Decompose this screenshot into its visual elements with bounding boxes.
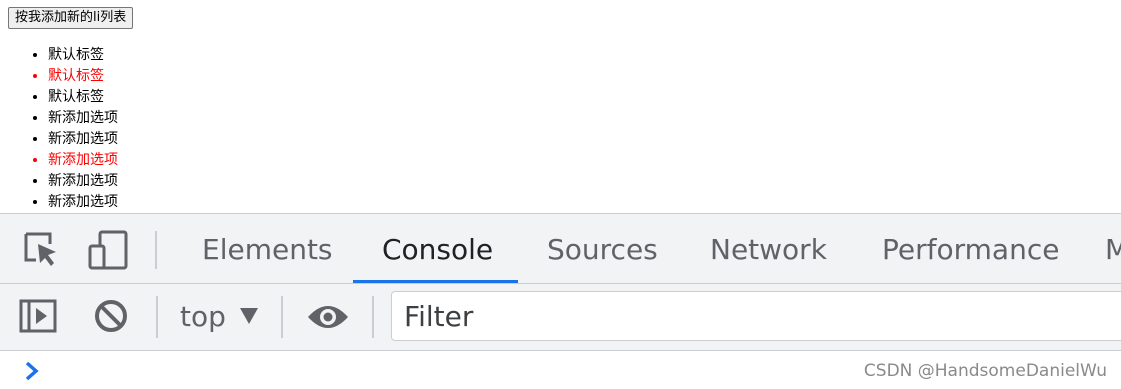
console-output[interactable]: CSDN @HandsomeDanielWu — [0, 351, 1121, 389]
tab-network[interactable]: Network — [710, 214, 827, 283]
device-toolbar-icon[interactable] — [88, 230, 128, 270]
tab-sources[interactable]: Sources — [547, 214, 658, 283]
list-item: 新添加选项 — [48, 108, 118, 129]
inspect-element-icon[interactable] — [22, 230, 62, 270]
clear-console-icon[interactable] — [92, 297, 132, 337]
watermark: CSDN @HandsomeDanielWu — [863, 361, 1107, 381]
console-sidebar-icon[interactable] — [19, 297, 59, 337]
toolbar-separator — [156, 296, 158, 338]
add-li-button[interactable]: 按我添加新的li列表 — [8, 7, 134, 29]
list-item: 新添加选项 — [48, 150, 118, 171]
web-page: 按我添加新的li列表 默认标签 默认标签 默认标签 新添加选项 新添加选项 新添… — [0, 0, 1121, 213]
console-prompt-chevron-icon — [22, 359, 42, 383]
chevron-down-icon[interactable] — [240, 308, 258, 324]
list-item: 新添加选项 — [48, 192, 118, 213]
toolbar-separator — [372, 296, 374, 338]
tab-bar-separator — [155, 231, 157, 269]
filter-field[interactable] — [391, 291, 1121, 341]
list-item: 新添加选项 — [48, 129, 118, 150]
list-item: 默认标签 — [48, 87, 118, 108]
active-tab-indicator — [353, 280, 518, 283]
tab-performance[interactable]: Performance — [882, 214, 1059, 283]
live-expression-eye-icon[interactable] — [307, 297, 348, 337]
tab-console[interactable]: Console — [382, 214, 493, 283]
list-item: 默认标签 — [48, 45, 118, 66]
tab-memory-truncated[interactable]: M — [1105, 214, 1121, 283]
devtools-panel: Elements Console Sources Network Perform… — [0, 213, 1121, 389]
tab-elements[interactable]: Elements — [202, 214, 333, 283]
list-item: 新添加选项 — [48, 171, 118, 192]
devtools-tab-bar: Elements Console Sources Network Perform… — [0, 214, 1121, 284]
toolbar-separator — [281, 296, 283, 338]
list-item: 默认标签 — [48, 66, 118, 87]
li-list: 默认标签 默认标签 默认标签 新添加选项 新添加选项 新添加选项 新添加选项 新… — [0, 45, 118, 213]
filter-input[interactable] — [392, 292, 1121, 340]
console-toolbar: top — [0, 284, 1121, 351]
context-selector[interactable]: top — [180, 296, 226, 338]
